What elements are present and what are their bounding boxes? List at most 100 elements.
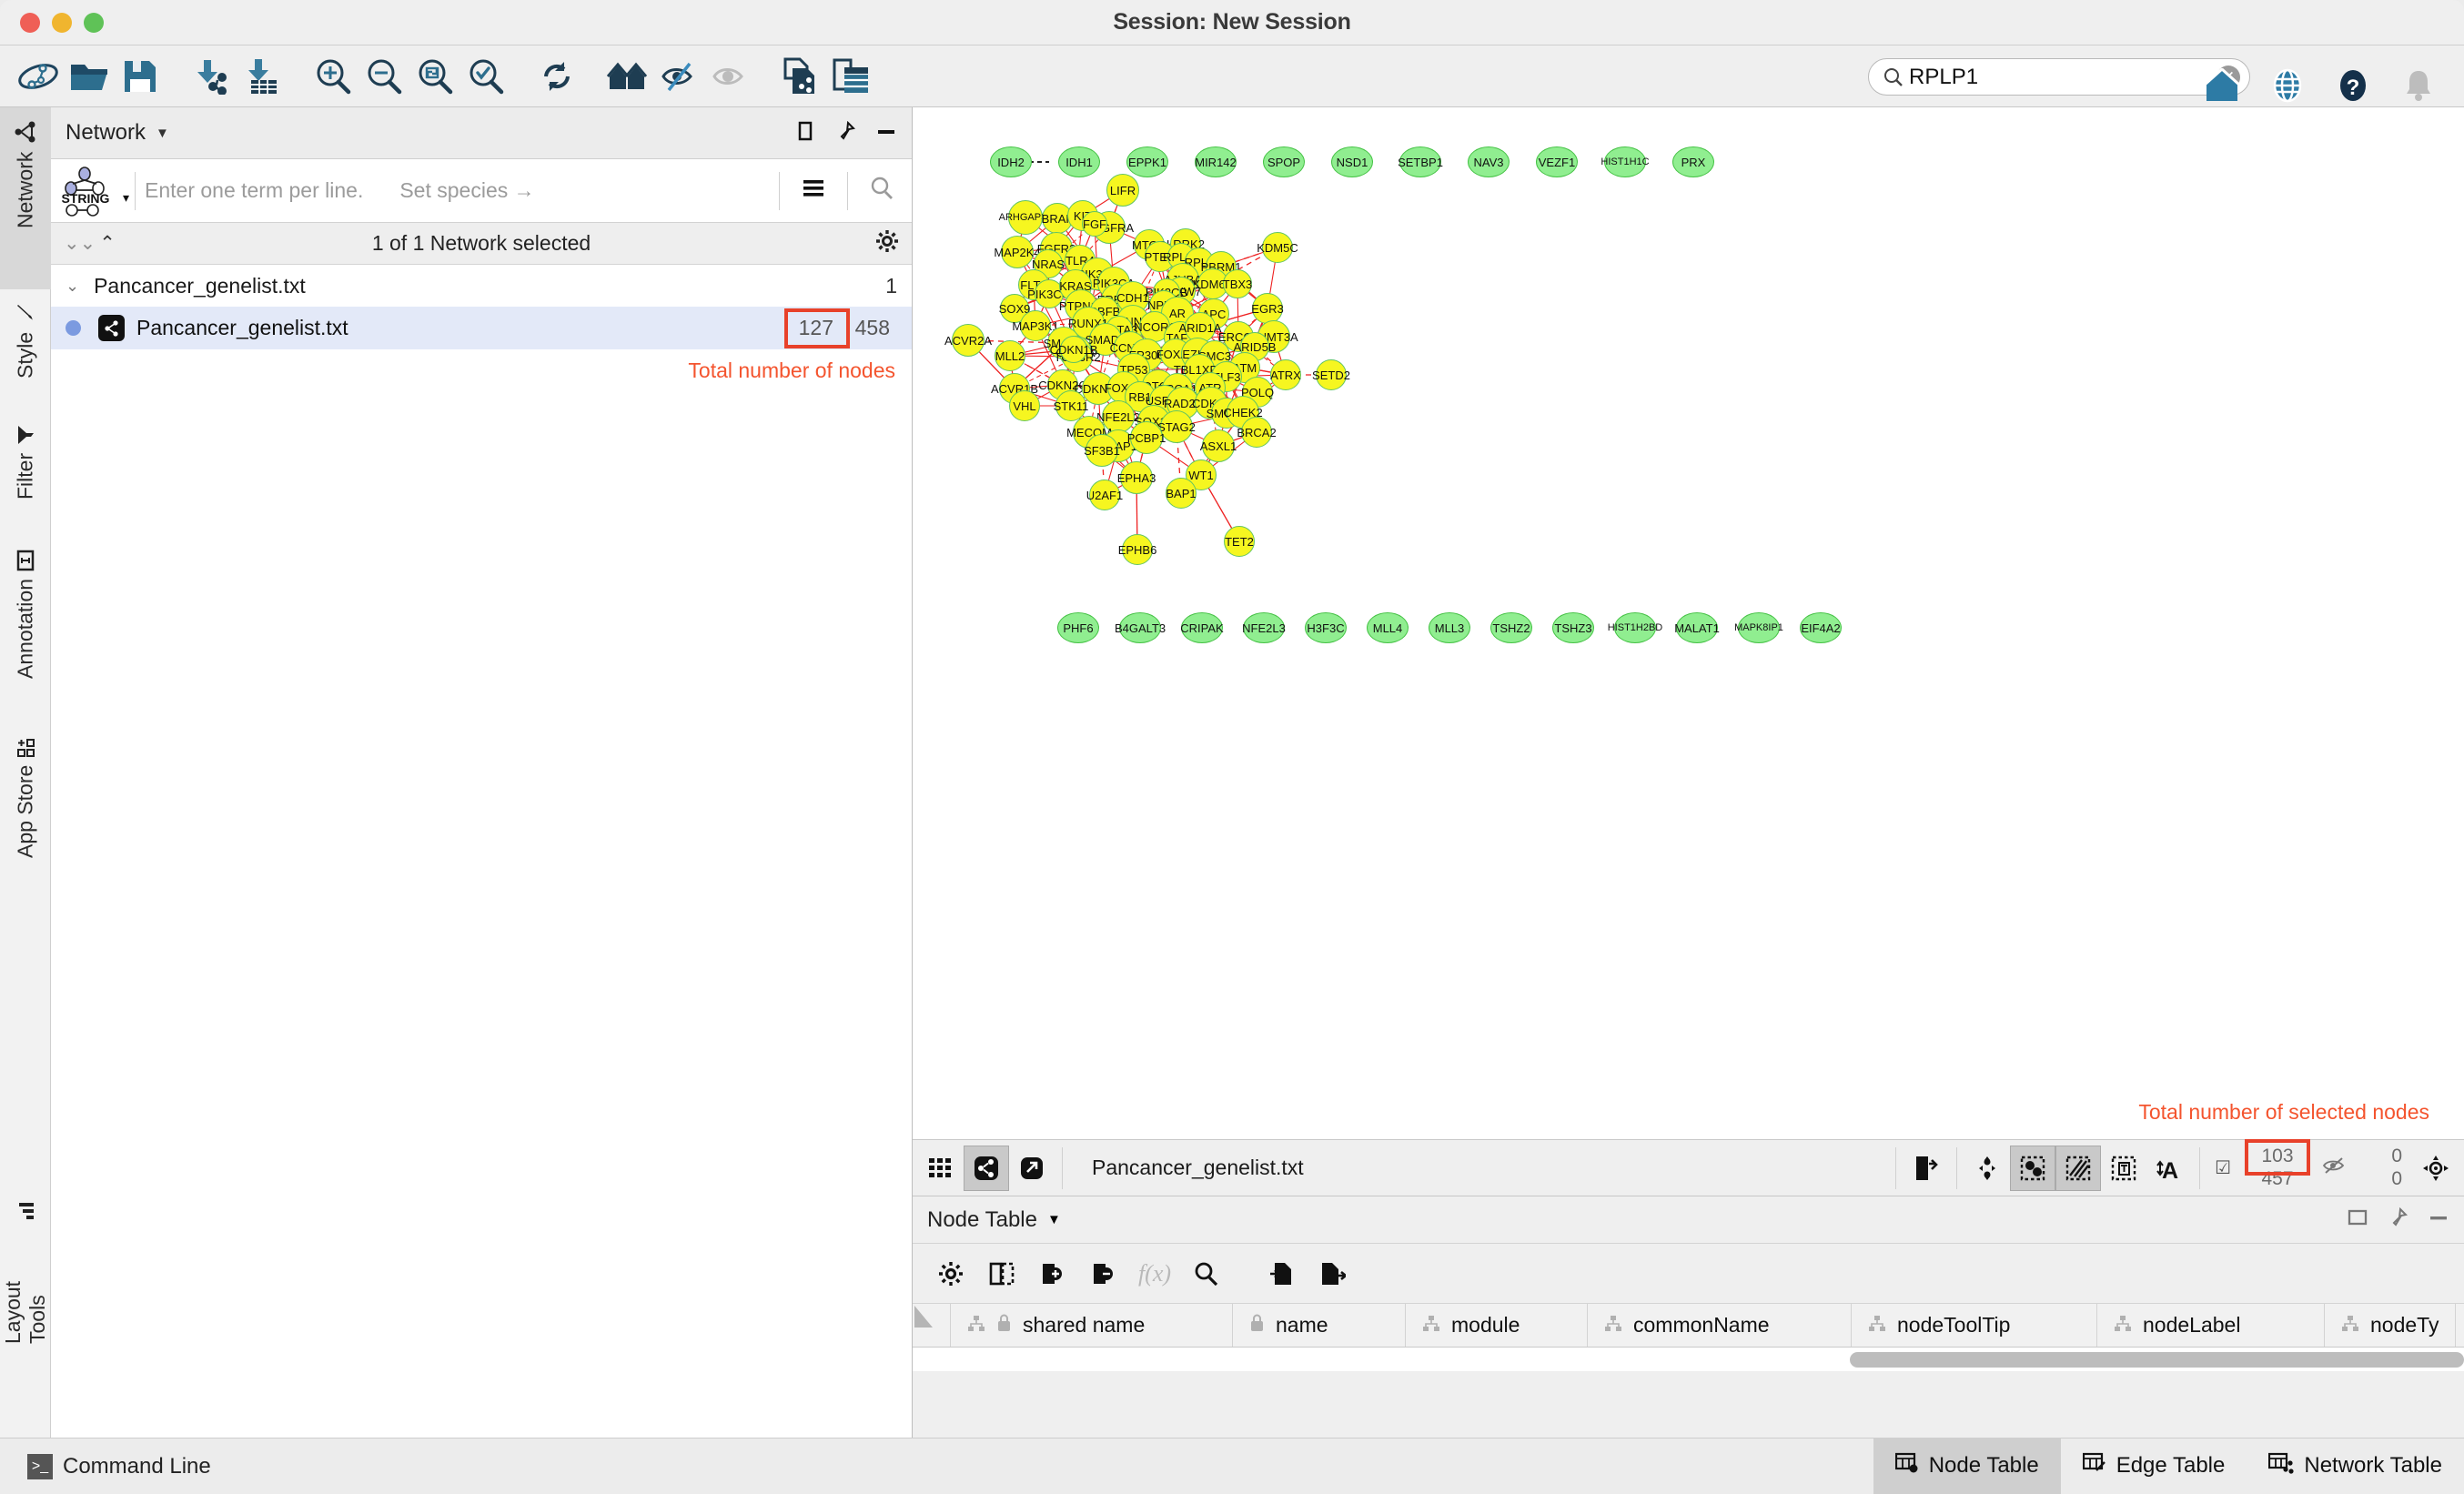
graph-node-arhgap35[interactable]: ARHGAP35 xyxy=(1008,200,1043,235)
node-labels-icon[interactable]: A xyxy=(2146,1146,2192,1191)
open-file-icon[interactable] xyxy=(64,51,115,102)
tab-node-table[interactable]: Node Table xyxy=(1873,1438,2061,1494)
graph-node-brca2[interactable]: BRCA2 xyxy=(1241,417,1272,448)
string-logo-icon[interactable]: STRING ▾ xyxy=(56,164,126,218)
hide-selected-icon[interactable] xyxy=(653,51,704,102)
graph-node-fgf[interactable]: FGF xyxy=(1082,211,1107,237)
graph-node-ephb6[interactable]: EPHB6 xyxy=(1122,534,1153,565)
sidebar-item-style[interactable]: Style xyxy=(0,289,51,412)
table-corner-cell[interactable] xyxy=(913,1304,951,1347)
table-column-header[interactable]: commonName xyxy=(1588,1304,1852,1347)
import-network-icon[interactable] xyxy=(186,51,237,102)
table-column-header[interactable]: nodeLabel xyxy=(2097,1304,2325,1347)
graph-node-mir142[interactable]: MIR142 xyxy=(1195,146,1237,177)
graph-node-nsd1[interactable]: NSD1 xyxy=(1331,146,1373,177)
export-table-icon[interactable] xyxy=(1308,1250,1358,1297)
tab-edge-table[interactable]: Edge Table xyxy=(2061,1438,2247,1494)
table-column-header[interactable]: name xyxy=(1233,1304,1406,1347)
zoom-out-icon[interactable] xyxy=(358,51,409,102)
network-tree-root[interactable]: ⌄ Pancancer_genelist.txt 1 xyxy=(51,265,912,307)
string-term-input[interactable]: Enter one term per line. xyxy=(145,178,363,203)
refresh-icon[interactable] xyxy=(531,51,582,102)
set-species-link[interactable]: Set species → xyxy=(399,178,534,203)
graph-node-tbx3[interactable]: TBX3 xyxy=(1223,269,1252,298)
table-column-header[interactable]: nodeTy xyxy=(2325,1304,2456,1347)
float-panel-icon[interactable] xyxy=(795,121,815,146)
graph-node-epha3[interactable]: EPHA3 xyxy=(1120,461,1153,494)
graph-node-nfe2l3[interactable]: NFE2L3 xyxy=(1243,612,1285,643)
minimize-panel-icon[interactable] xyxy=(875,121,897,146)
sidebar-item-layout-tools[interactable]: Layout Tools xyxy=(0,1188,51,1357)
toggle-selection-checkbox[interactable]: ☑ xyxy=(2215,1156,2231,1179)
options-icon[interactable] xyxy=(789,178,838,203)
minimize-table-icon[interactable] xyxy=(2428,1207,2449,1232)
help-icon[interactable]: ? xyxy=(2320,60,2386,111)
table-panel-icon[interactable] xyxy=(826,51,877,102)
sidebar-item-annotation[interactable]: Annotation xyxy=(0,538,51,724)
hidden-eye-icon[interactable] xyxy=(2322,1156,2346,1179)
string-search-icon[interactable] xyxy=(857,177,906,205)
graph-node-eif4a2[interactable]: EIF4A2 xyxy=(1800,612,1842,643)
graph-node-hist1h2bd[interactable]: HIST1H2BD xyxy=(1614,612,1656,643)
home-icon[interactable] xyxy=(2189,60,2255,111)
new-network-icon[interactable] xyxy=(775,51,826,102)
toggle-columns-icon[interactable] xyxy=(976,1250,1027,1297)
graph-node-setbp1[interactable]: SETBP1 xyxy=(1399,146,1441,177)
graph-node-egr3[interactable]: EGR3 xyxy=(1252,293,1283,324)
graph-node-u2af1[interactable]: U2AF1 xyxy=(1089,479,1120,510)
graph-node-sf3b1[interactable]: SF3B1 xyxy=(1086,434,1118,467)
graph-node-bap1[interactable]: BAP1 xyxy=(1166,478,1197,509)
node-layout-icon[interactable] xyxy=(1964,1146,2010,1191)
select-edges-icon[interactable] xyxy=(2055,1146,2101,1191)
graph-node-atrx[interactable]: ATRX xyxy=(1270,359,1301,390)
network-tree-item[interactable]: Pancancer_genelist.txt 127 458 xyxy=(51,307,912,349)
graph-node-setd2[interactable]: SETD2 xyxy=(1316,359,1347,390)
graph-node-tshz2[interactable]: TSHZ2 xyxy=(1490,612,1532,643)
graph-node-phf6[interactable]: PHF6 xyxy=(1057,612,1099,643)
table-horizontal-scrollbar[interactable] xyxy=(913,1348,2464,1371)
zoom-in-icon[interactable] xyxy=(308,51,358,102)
table-column-header[interactable]: module xyxy=(1406,1304,1588,1347)
fit-content-icon[interactable] xyxy=(2413,1146,2459,1191)
search-input[interactable]: RPLP1 xyxy=(1909,65,2217,90)
zoom-fit-icon[interactable] xyxy=(409,51,460,102)
graph-node-asxl1[interactable]: ASXL1 xyxy=(1202,429,1235,462)
graph-node-cripak[interactable]: CRIPAK xyxy=(1181,612,1223,643)
import-table-icon[interactable] xyxy=(237,51,288,102)
gear-icon[interactable] xyxy=(875,229,899,257)
sidebar-item-app-store[interactable]: App Store xyxy=(0,724,51,888)
graph-node-mll4[interactable]: MLL4 xyxy=(1367,612,1409,643)
table-column-header[interactable]: nodeToolTip xyxy=(1852,1304,2097,1347)
home-network-icon[interactable] xyxy=(602,51,653,102)
graph-node-kdm5c[interactable]: KDM5C xyxy=(1262,232,1293,263)
sidebar-item-filter[interactable]: Filter xyxy=(0,412,51,538)
graph-node-idh1[interactable]: IDH1 xyxy=(1058,146,1100,177)
command-line-button[interactable]: >_ Command Line xyxy=(27,1454,211,1479)
function-builder-icon[interactable]: f(x) xyxy=(1129,1250,1180,1297)
network-view-icon[interactable] xyxy=(964,1146,1009,1191)
graph-node-pcbp1[interactable]: PCBP1 xyxy=(1130,421,1163,454)
chevron-down-icon[interactable]: ▼ xyxy=(156,126,169,141)
zoom-selected-icon[interactable] xyxy=(460,51,511,102)
export-image-icon[interactable] xyxy=(1904,1146,1949,1191)
cytoscape-logo-icon[interactable] xyxy=(13,51,64,102)
import-table-icon[interactable] xyxy=(1257,1250,1308,1297)
scrollbar-thumb[interactable] xyxy=(1850,1352,2464,1368)
table-search-icon[interactable] xyxy=(1180,1250,1231,1297)
graph-node-map2k4[interactable]: MAP2K4 xyxy=(1001,236,1034,268)
graph-node-b4galt3[interactable]: B4GALT3 xyxy=(1119,612,1161,643)
graph-node-cdkn1b[interactable]: CDKN1B xyxy=(1060,336,1087,363)
graph-node-malat1[interactable]: MALAT1 xyxy=(1676,612,1718,643)
network-canvas[interactable]: Total number of selected nodes IDH2IDH1E… xyxy=(913,107,2464,1140)
graph-node-eppk1[interactable]: EPPK1 xyxy=(1126,146,1168,177)
pin-table-icon[interactable] xyxy=(2388,1207,2408,1232)
graph-node-mapk8ip1[interactable]: MAPK8IP1 xyxy=(1738,612,1780,643)
detach-view-icon[interactable] xyxy=(1009,1146,1055,1191)
globe-icon[interactable] xyxy=(2255,60,2320,111)
float-table-icon[interactable] xyxy=(2348,1207,2368,1232)
graph-node-idh2[interactable]: IDH2 xyxy=(990,146,1032,177)
graph-node-h3f3c[interactable]: H3F3C xyxy=(1305,612,1347,643)
graph-node-mll3[interactable]: MLL3 xyxy=(1429,612,1470,643)
graph-node-nav3[interactable]: NAV3 xyxy=(1468,146,1510,177)
sidebar-item-network[interactable]: Network xyxy=(0,107,51,289)
